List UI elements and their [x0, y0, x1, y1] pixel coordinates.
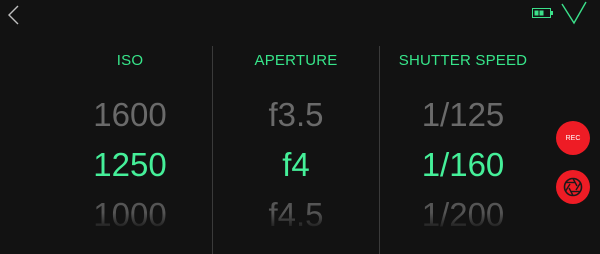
- back-button[interactable]: [4, 4, 24, 26]
- shutter-speed-option[interactable]: 1/200: [380, 198, 546, 231]
- iso-picker[interactable]: ISO 1600 1250 1000: [50, 0, 210, 254]
- record-label: REC: [565, 134, 581, 142]
- iso-option[interactable]: 1000: [50, 198, 210, 231]
- shutter-speed-label: SHUTTER SPEED: [398, 52, 528, 69]
- aperture-picker[interactable]: APERTURE f3.5 f4 f4.5: [215, 0, 377, 254]
- aperture-option[interactable]: f3.5: [215, 98, 377, 131]
- aperture-icon: [563, 177, 583, 197]
- shutter-speed-selected-value[interactable]: 1/160: [380, 148, 546, 181]
- iso-option[interactable]: 1600: [50, 98, 210, 131]
- checkmark-icon: [561, 1, 587, 25]
- done-button[interactable]: [561, 1, 587, 25]
- aperture-label: APERTURE: [254, 52, 338, 69]
- chevron-left-icon: [8, 5, 19, 25]
- shutter-speed-option[interactable]: 1/125: [380, 98, 546, 131]
- shutter-button[interactable]: [556, 170, 590, 204]
- aperture-option[interactable]: f4.5: [215, 198, 377, 231]
- column-divider: [212, 46, 213, 254]
- aperture-selected-value[interactable]: f4: [215, 148, 377, 181]
- record-button[interactable]: REC: [556, 121, 590, 155]
- iso-selected-value[interactable]: 1250: [50, 148, 210, 181]
- shutter-speed-picker[interactable]: SHUTTER SPEED 1/125 1/160 1/200: [380, 0, 546, 254]
- iso-label: ISO: [116, 52, 144, 69]
